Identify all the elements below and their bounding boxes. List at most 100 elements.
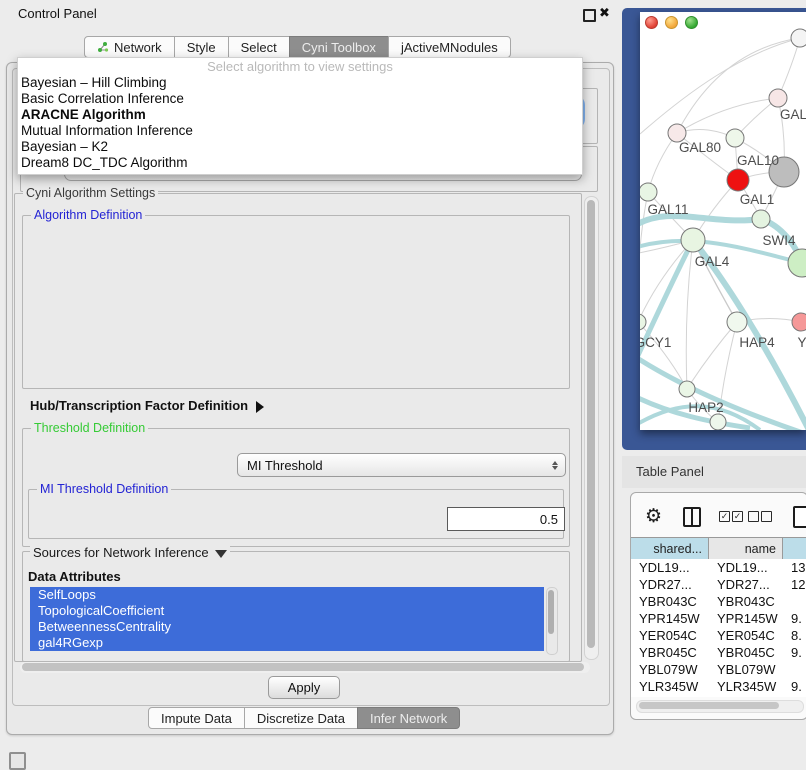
network-node[interactable] [788,249,806,277]
tab-infer-network[interactable]: Infer Network [357,707,460,729]
select-all-checkbox-icon[interactable]: ✓ [719,511,730,522]
table-row[interactable]: YBR045CYBR045C9. [631,644,806,661]
network-edge[interactable] [778,38,800,98]
network-node[interactable] [727,169,749,191]
network-edge[interactable] [677,98,778,133]
close-icon[interactable]: ✖ [599,5,610,21]
mac-close-icon[interactable] [645,16,658,29]
table-row[interactable]: YIL052CYIL052C9 [631,695,806,697]
hub-definition-toggle[interactable]: Hub/Transcription Factor Definition [30,398,264,413]
attributes-list-scrollbar[interactable] [546,587,558,655]
network-edge[interactable] [648,133,677,192]
column-header[interactable]: shared... [631,538,709,560]
column-header[interactable]: name [709,538,783,560]
node-label: GAL [780,107,806,122]
node-label: GAL11 [647,202,688,217]
sources-group-toggle[interactable]: Sources for Network Inference [30,545,230,560]
table-panel-titlebar: Table Panel [622,456,806,488]
network-node[interactable] [792,313,806,331]
deselect-all-checkbox-icon[interactable] [748,511,759,522]
table-row[interactable]: YLR345WYLR345W9. [631,678,806,695]
table-row[interactable]: YDR27...YDR27...12 [631,576,806,593]
table-horizontal-scrollbar[interactable] [636,700,804,713]
attribute-item[interactable]: BetweennessCentrality [30,619,544,635]
node-label: GAL1 [740,192,775,207]
node-label: HAP2 [688,400,723,415]
node-label: GAL4 [695,254,730,269]
attribute-item[interactable]: TopologicalCoefficient [30,603,544,619]
network-node[interactable] [679,381,695,397]
table-cell: 12 [783,576,806,593]
dropdown-item[interactable]: Bayesian – Hill Climbing [18,75,582,91]
tab-discretize-data[interactable]: Discretize Data [244,707,358,729]
deselect-all-checkbox-icon[interactable] [761,511,772,522]
network-node[interactable] [752,210,770,228]
table-header-row: shared...nameA [631,537,806,561]
gear-icon[interactable]: ⚙ [645,505,662,528]
table-row[interactable]: YBL079WYBL079W [631,661,806,678]
minimized-window-icon[interactable] [9,752,26,770]
dropdown-item[interactable]: Mutual Information Inference [18,123,582,139]
table-cell [783,661,806,678]
table-cell: YIL052C [631,695,709,697]
mi-threshold-group-title: MI Threshold Definition [37,482,171,496]
dropdown-item[interactable]: Dream8 DC_TDC Algorithm [18,155,582,171]
table-row[interactable]: YPR145WYPR145W9. [631,610,806,627]
table-row[interactable]: YER054CYER054C8. [631,627,806,644]
algorithm-definition-title: Algorithm Definition [31,208,145,222]
settings-horizontal-scrollbar[interactable] [20,662,590,673]
network-node[interactable] [726,129,744,147]
network-node[interactable] [640,183,657,201]
tab-jactivemnodules[interactable]: jActiveMNodules [388,36,511,58]
dropdown-item[interactable]: Basic Correlation Inference [18,91,582,107]
column-header[interactable]: A [783,538,806,560]
combo-arrows-icon [552,461,558,470]
data-attributes-label: Data Attributes [28,569,121,584]
table-cell: YBR045C [631,644,709,661]
network-node[interactable] [640,314,646,330]
tab-impute-data[interactable]: Impute Data [148,707,245,729]
network-canvas[interactable]: GALGAL80GAL10GAL1GAL11SWI4GAL4GCY1HAP4YH… [640,12,806,430]
attribute-item[interactable]: gal4RGexp [30,635,544,651]
table-toolbar: ⚙ ✓ ✓ [631,503,806,533]
tab-cyni-toolbox[interactable]: Cyni Toolbox [289,36,389,58]
select-all-checkbox-icon[interactable]: ✓ [732,511,743,522]
network-node[interactable] [710,414,726,430]
table-row[interactable]: YBR043CYBR043C [631,593,806,610]
network-edge[interactable] [686,240,693,389]
table-row[interactable]: YDL19...YDL19...13 [631,559,806,576]
network-node[interactable] [769,89,787,107]
table-cell: YPR145W [709,610,783,627]
export-table-icon[interactable] [793,506,806,528]
network-node[interactable] [791,29,806,47]
float-window-icon[interactable] [583,9,596,22]
sources-group-title: Sources for Network Inference [33,545,209,560]
network-edge[interactable] [640,216,761,226]
node-label: GCY1 [640,335,671,350]
table-cell: YER054C [709,627,783,644]
mac-minimize-icon[interactable] [665,16,678,29]
data-attributes-list[interactable]: SelfLoopsTopologicalCoefficientBetweenne… [30,587,544,653]
dropdown-item[interactable]: ARACNE Algorithm [18,107,582,123]
network-view-window: GALGAL80GAL10GAL1GAL11SWI4GAL4GCY1HAP4YH… [622,8,806,450]
network-graph[interactable]: GALGAL80GAL10GAL1GAL11SWI4GAL4GCY1HAP4YH… [640,12,806,430]
tab-style[interactable]: Style [174,36,229,58]
attribute-item[interactable]: SelfLoops [30,587,544,603]
tab-select[interactable]: Select [228,36,290,58]
tab-network[interactable]: Network [84,36,175,58]
mac-zoom-icon[interactable] [685,16,698,29]
table-panel: ⚙ ✓ ✓ shared...nameA YDL19...YDL19...13Y… [630,492,806,720]
dropdown-item[interactable]: Bayesian – K2 [18,139,582,155]
settings-vertical-scrollbar[interactable] [584,196,599,660]
settings-group-title: Cyni Algorithm Settings [23,186,158,200]
split-view-icon[interactable] [683,507,701,527]
apply-button[interactable]: Apply [268,676,340,699]
network-edge[interactable] [640,38,800,134]
network-node[interactable] [727,312,747,332]
network-node[interactable] [681,228,705,252]
table-cell: 9. [783,644,806,661]
table-cell: YDL19... [631,559,709,576]
control-panel-titlebar: Control Panel ✖ [0,0,620,26]
mi-threshold-field[interactable]: 0.5 [447,507,565,531]
threshold-combo[interactable]: MI Threshold [237,453,566,477]
